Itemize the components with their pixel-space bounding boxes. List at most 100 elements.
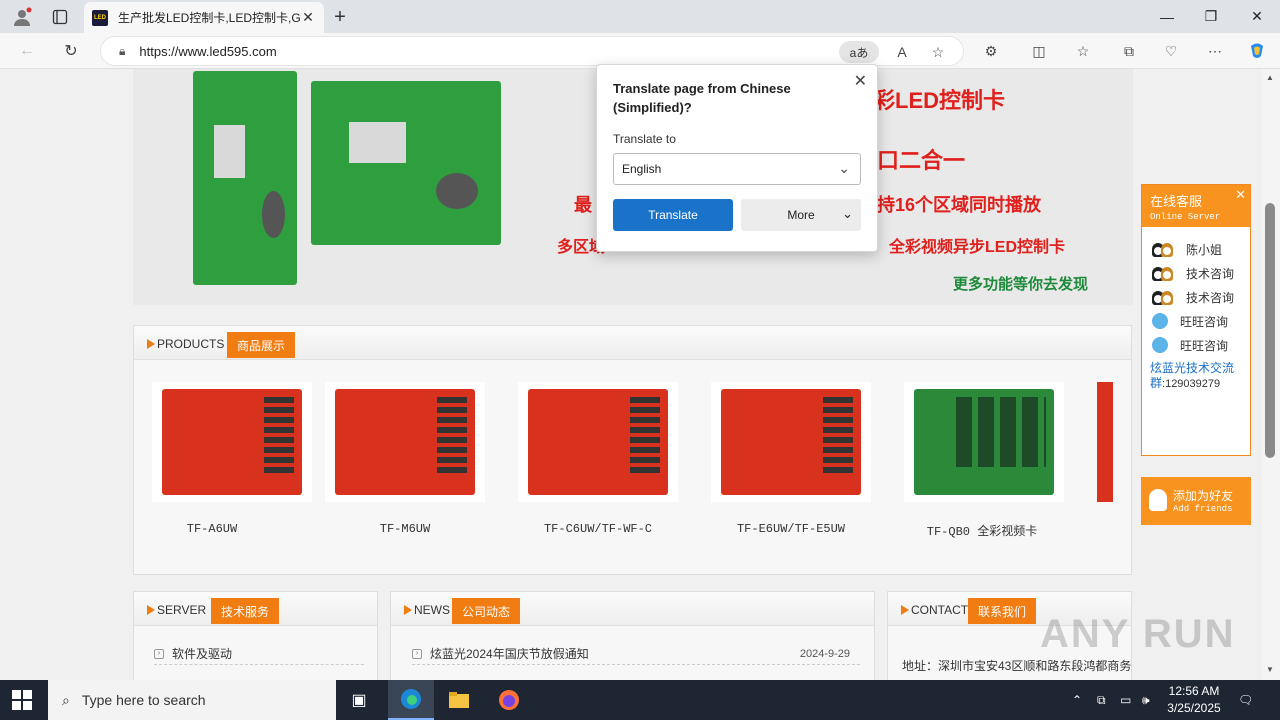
news-panel: NEWS 公司动态 xyxy=(390,591,875,680)
back-icon[interactable]: ← xyxy=(14,39,40,63)
file-explorer-icon[interactable] xyxy=(436,680,482,720)
favorite-star-icon[interactable]: ☆ xyxy=(927,41,949,63)
edge-taskbar-icon[interactable] xyxy=(388,680,434,720)
online-service-widget: 在线客服 Online Server ✕ 陈小姐 技术咨询 技术咨询 旺旺咨询 … xyxy=(1141,184,1251,456)
product-label[interactable]: TF-C6UW/TF-WF-C xyxy=(498,522,698,536)
add-friends-button[interactable]: 添加为好友 Add friends xyxy=(1141,477,1251,525)
chat-item[interactable]: 旺旺咨询 xyxy=(1142,333,1250,357)
contact-cn-title[interactable]: 联系我们 xyxy=(968,598,1037,624)
address-bar[interactable]: 🔒︎ https://www.led595.com aあ A ☆ xyxy=(100,36,964,66)
clock-time: 12:56 AM xyxy=(1168,684,1220,698)
language-select[interactable]: English ⌄ xyxy=(613,153,861,185)
anyrun-watermark: ANY RUN xyxy=(1040,612,1236,656)
search-icon: ⌕ xyxy=(62,691,70,708)
scrollbar-thumb[interactable] xyxy=(1265,203,1275,458)
refresh-icon[interactable]: ↻ xyxy=(58,39,84,63)
banner-line-3-left: 最 xyxy=(574,195,592,215)
server-en-title: SERVER xyxy=(157,603,207,617)
tech-group-number: :129039279 xyxy=(1162,378,1221,390)
tray-app-icon[interactable]: ⧉ xyxy=(1097,680,1106,720)
chat-title: 在线客服 xyxy=(1150,194,1203,209)
taskbar-search[interactable]: ⌕ Type here to search xyxy=(48,680,336,720)
close-icon[interactable]: ✕ xyxy=(1235,187,1246,203)
tray-chevron-icon[interactable]: ⌃ xyxy=(1072,680,1082,720)
bullet-icon: › xyxy=(412,648,422,659)
volume-icon[interactable]: 🕪︎ xyxy=(1142,680,1150,720)
copilot-icon[interactable] xyxy=(1246,40,1268,62)
product-label[interactable]: TF-QB0 全彩视频卡 xyxy=(882,522,1082,539)
scroll-down-icon[interactable]: ▼ xyxy=(1266,665,1274,674)
product-image[interactable] xyxy=(152,382,312,502)
chat-header: 在线客服 Online Server xyxy=(1142,185,1250,227)
server-header: SERVER 技术服务 xyxy=(134,592,377,626)
list-item[interactable]: › 炫蓝光2024年国庆节放假通知 2024-9-29 xyxy=(412,643,860,665)
performance-icon[interactable]: ♡ xyxy=(1160,40,1182,62)
arrow-icon xyxy=(404,605,412,615)
chat-subtitle: Online Server xyxy=(1150,212,1221,222)
split-screen-icon[interactable]: ◫ xyxy=(1028,40,1050,62)
product-image[interactable] xyxy=(1097,382,1113,502)
server-panel: SERVER 技术服务 xyxy=(133,591,378,680)
bullet-icon: › xyxy=(154,648,164,659)
chat-item[interactable]: 技术咨询 xyxy=(1142,285,1250,309)
translate-button[interactable]: Translate xyxy=(613,199,733,231)
close-tab-icon[interactable]: ✕ xyxy=(300,9,316,26)
chevron-down-icon: ⌄ xyxy=(838,160,850,176)
task-view-icon[interactable]: ▣ xyxy=(336,680,382,720)
windows-start-icon[interactable] xyxy=(12,690,32,710)
language-value: English xyxy=(622,162,662,176)
tab-active[interactable]: LED 生产批发LED控制卡,LED控制卡,G ✕ xyxy=(84,2,324,33)
product-image[interactable] xyxy=(518,382,678,502)
banner-line-2: 口二合一 xyxy=(877,148,966,173)
url-text: https://www.led595.com xyxy=(139,43,277,59)
qq-icon xyxy=(1152,265,1174,281)
products-cn-title[interactable]: 商品展示 xyxy=(227,332,296,358)
product-label[interactable]: TF-M6UW xyxy=(305,522,505,536)
translate-title: Translate page from Chinese (Simplified)… xyxy=(613,81,791,115)
product-image[interactable] xyxy=(711,382,871,502)
notification-icon[interactable]: 🗨︎ xyxy=(1238,680,1253,720)
server-cn-title[interactable]: 技术服务 xyxy=(211,598,280,624)
favorites-icon[interactable]: ☆ xyxy=(1072,40,1094,62)
maximize-icon[interactable]: ❐ xyxy=(1188,0,1234,33)
news-cn-title[interactable]: 公司动态 xyxy=(452,598,521,624)
chat-item-label: 旺旺咨询 xyxy=(1180,338,1229,353)
chat-item[interactable]: 陈小姐 xyxy=(1142,237,1250,261)
chat-item[interactable]: 技术咨询 xyxy=(1142,261,1250,285)
translate-icon[interactable]: aあ xyxy=(839,41,879,63)
extensions-icon[interactable]: ⚙ xyxy=(980,40,1002,62)
chat-item[interactable]: 旺旺咨询 xyxy=(1142,309,1250,333)
product-label[interactable]: TF-A6UW xyxy=(112,522,312,536)
chat-item-label: 陈小姐 xyxy=(1186,242,1223,257)
banner-line-4-right: 全彩视频异步LED控制卡 xyxy=(889,239,1066,256)
product-image[interactable] xyxy=(904,382,1064,502)
product-label[interactable]: TF-E6UW/TF-E5UW xyxy=(691,522,891,536)
arrow-icon xyxy=(901,605,909,615)
penguin-icon xyxy=(1149,489,1167,511)
news-header: NEWS 公司动态 xyxy=(391,592,874,626)
product-image[interactable] xyxy=(325,382,485,502)
close-window-icon[interactable]: ✕ xyxy=(1234,0,1280,33)
site-favicon: LED xyxy=(92,9,108,26)
more-button[interactable]: More ⌄ xyxy=(741,199,861,231)
firefox-icon[interactable] xyxy=(486,680,532,720)
new-tab-icon[interactable]: + xyxy=(328,5,352,29)
network-icon[interactable]: ▭ xyxy=(1120,680,1131,720)
scroll-up-icon[interactable]: ▲ xyxy=(1266,73,1274,82)
read-aloud-icon[interactable]: A xyxy=(891,41,913,63)
profile-icon[interactable] xyxy=(10,5,34,29)
lock-icon: 🔒︎ xyxy=(119,43,126,58)
collections-icon[interactable]: ⧉ xyxy=(1118,40,1140,62)
more-menu-icon[interactable]: ⋯ xyxy=(1204,40,1226,62)
close-icon[interactable]: ✕ xyxy=(854,71,867,91)
tab-title: 生产批发LED控制卡,LED控制卡,G xyxy=(118,11,300,25)
list-item[interactable]: › 软件及驱动 xyxy=(154,643,364,665)
tech-group[interactable]: 炫蓝光技术交流群:129039279 xyxy=(1142,357,1250,396)
taskbar-clock[interactable]: 12:56 AM 3/25/2025 xyxy=(1158,683,1230,717)
list-item-date: 2024-9-29 xyxy=(799,647,850,660)
chat-item-label: 旺旺咨询 xyxy=(1180,314,1229,329)
minimize-icon[interactable]: — xyxy=(1144,0,1190,33)
list-item-label: 炫蓝光2024年国庆节放假通知 xyxy=(430,647,589,661)
products-en-title: PRODUCTS xyxy=(157,337,225,351)
tab-actions-icon[interactable] xyxy=(48,5,72,29)
